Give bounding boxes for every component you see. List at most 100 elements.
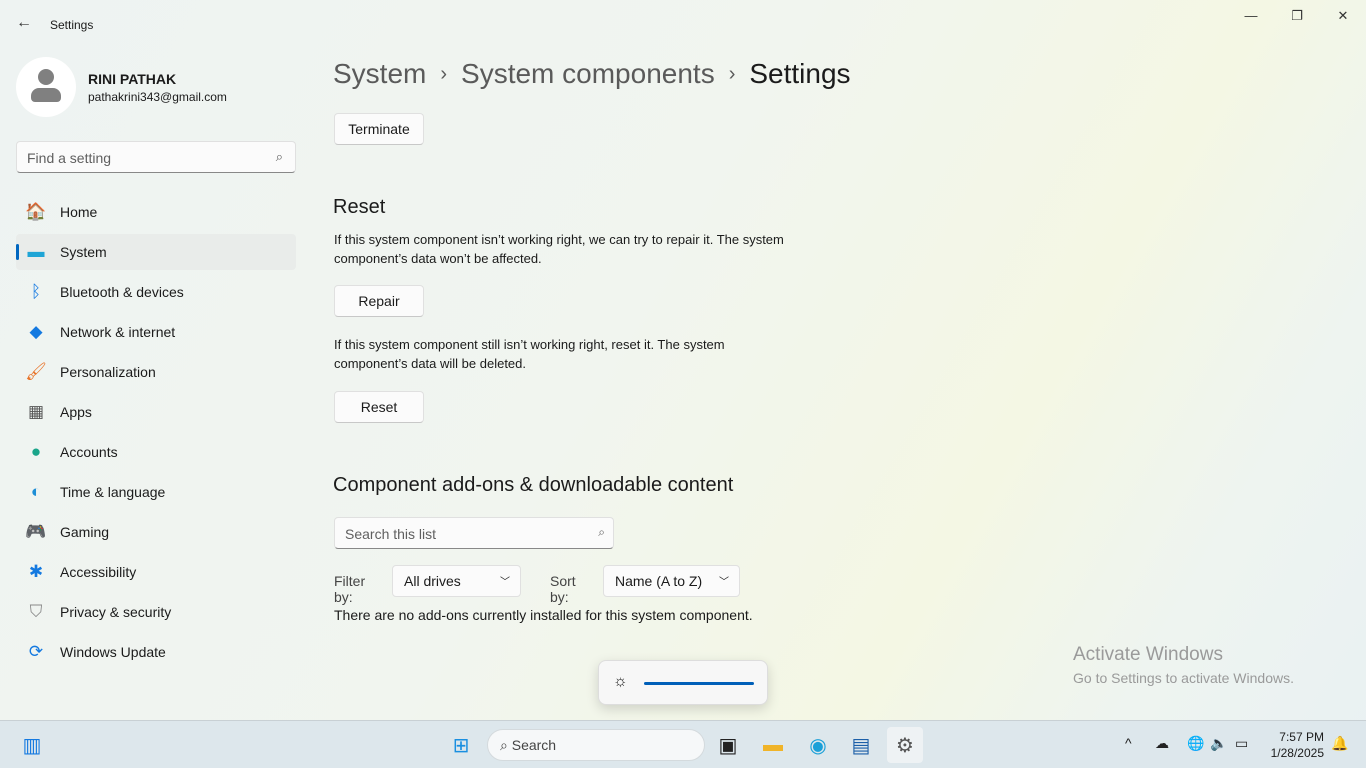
user-profile[interactable]: RINI PATHAK pathakrini343@gmail.com [16, 57, 227, 117]
sidebar-item-label: Home [60, 204, 98, 220]
sidebar-item-home[interactable]: 🏠 Home [16, 194, 296, 230]
sidebar-item-label: Windows Update [60, 644, 166, 660]
terminate-button[interactable]: Terminate [334, 113, 424, 145]
volume-icon[interactable]: 🔈 [1210, 735, 1227, 752]
file-explorer-icon[interactable]: ▬ [755, 727, 791, 763]
sidebar-item-label: Gaming [60, 524, 110, 540]
windows-update-icon: ⟳ [28, 642, 44, 661]
find-setting-input[interactable]: Find a setting ⌕ [16, 141, 296, 173]
search-icon: ⌕ [598, 525, 605, 539]
search-list-placeholder: Search this list [345, 526, 437, 542]
sidebar-item-gaming[interactable]: 🎮 Gaming [16, 514, 296, 550]
personalization-icon: 🖌 [25, 362, 47, 381]
brightness-icon: ☼ [613, 673, 628, 690]
sidebar-item-network-internet[interactable]: ◆ Network & internet [16, 314, 296, 350]
back-arrow-icon[interactable]: ← [16, 14, 32, 32]
sidebar-item-apps[interactable]: ▦ Apps [16, 394, 296, 430]
user-name: RINI PATHAK [88, 70, 177, 87]
taskbar-search-label: Search [511, 737, 557, 753]
page-title: Settings [749, 58, 851, 89]
brightness-flyout: ☼ [598, 660, 768, 705]
title-bar: ← Settings — ❐ ✕ [0, 0, 1366, 48]
chevron-down-icon: ﹀ [719, 577, 729, 588]
task-view-icon[interactable]: ▣ [710, 727, 746, 763]
repair-button[interactable]: Repair [334, 285, 424, 317]
sidebar-item-accounts[interactable]: ● Accounts [16, 434, 296, 470]
sidebar-item-label: Apps [60, 404, 92, 420]
notification-bell-icon[interactable]: 🔔 [1331, 735, 1348, 752]
filter-value: All drives [404, 573, 461, 589]
brightness-slider[interactable] [644, 682, 754, 685]
reset-heading: Reset [333, 196, 386, 218]
sort-label: Sort by: [550, 573, 576, 605]
no-addons-message: There are no add-ons currently installed… [334, 607, 753, 623]
reset-description: If this system component still isn’t wor… [334, 337, 725, 371]
chevron-down-icon: ﹀ [500, 577, 510, 588]
edge-icon[interactable]: ◉ [800, 727, 836, 763]
search-icon: ⌕ [500, 737, 512, 753]
apps-icon: ▦ [27, 402, 45, 421]
onedrive-icon[interactable]: ☁ [1155, 735, 1169, 752]
close-button[interactable]: ✕ [1328, 8, 1358, 28]
sort-value: Name (A to Z) [615, 573, 703, 589]
store-icon[interactable]: ▤ [843, 727, 879, 763]
clock[interactable]: 7:57 PM 1/28/2025 [1262, 729, 1324, 761]
time: 7:57 PM [1279, 730, 1324, 744]
network-globe-icon[interactable]: 🌐 [1187, 735, 1204, 752]
minimize-button[interactable]: — [1236, 8, 1266, 28]
breadcrumb-chevron-icon: › [440, 63, 448, 85]
filter-label: Filter by: [334, 573, 366, 605]
user-email: pathakrini343@gmail.com [88, 89, 227, 104]
sidebar-item-label: Personalization [60, 364, 156, 380]
search-list-input[interactable]: Search this list ⌕ [334, 517, 614, 549]
watermark-subtitle: Go to Settings to activate Windows. [1073, 670, 1294, 686]
addons-heading: Component add-ons & downloadable content [333, 474, 734, 496]
sidebar-item-accessibility[interactable]: ✱ Accessibility [16, 554, 296, 590]
gaming-icon: 🎮 [25, 522, 47, 541]
reset-button[interactable]: Reset [334, 391, 424, 423]
sidebar-item-label: System [60, 244, 107, 260]
sidebar-item-label: Bluetooth & devices [60, 284, 184, 300]
network-internet-icon: ◆ [29, 322, 43, 341]
sidebar-item-windows-update[interactable]: ⟳ Windows Update [16, 634, 296, 670]
filter-dropdown[interactable]: All drives ﹀ [392, 565, 521, 597]
breadcrumb-chevron-icon: › [728, 63, 736, 85]
maximize-button[interactable]: ❐ [1282, 8, 1312, 28]
sidebar-item-system[interactable]: ▬ System [16, 234, 296, 270]
accessibility-icon: ✱ [28, 562, 44, 581]
taskbar: ▥ ⊞ ⌕ Search ▣ ▬ ◉ ▤ ⚙ ^ ☁ 🌐 🔈 ▭ 7:57 PM… [0, 720, 1366, 768]
widgets-icon[interactable]: ▥ [14, 727, 50, 763]
app-title: Settings [50, 18, 94, 32]
sidebar-item-label: Network & internet [60, 324, 176, 340]
breadcrumb-system-components[interactable]: System components [461, 58, 715, 89]
watermark-title: Activate Windows [1073, 644, 1223, 665]
sidebar-item-personalization[interactable]: 🖌 Personalization [16, 354, 296, 390]
accounts-icon: ● [30, 442, 42, 461]
taskbar-search[interactable]: ⌕ Search [487, 729, 705, 761]
time-language-icon: ◐ [30, 482, 42, 501]
system-icon: ▬ [27, 242, 45, 261]
chevron-up-icon[interactable]: ^ [1125, 735, 1132, 751]
sidebar-item-time-language[interactable]: ◐ Time & language [16, 474, 296, 510]
battery-icon[interactable]: ▭ [1235, 735, 1248, 752]
sidebar-item-bluetooth-devices[interactable]: ᛒ Bluetooth & devices [16, 274, 296, 310]
bluetooth-devices-icon: ᛒ [30, 282, 42, 301]
sidebar-item-label: Privacy & security [60, 604, 172, 620]
avatar [16, 57, 76, 117]
date: 1/28/2025 [1270, 746, 1324, 760]
activate-windows-watermark: Activate Windows Go to Settings to activ… [1073, 644, 1294, 686]
breadcrumb-system[interactable]: System [333, 58, 426, 89]
search-icon: ⌕ [275, 149, 283, 164]
breadcrumb: System › System components › Settings [333, 58, 851, 90]
repair-description: If this system component isn’t working r… [334, 232, 784, 266]
sort-dropdown[interactable]: Name (A to Z) ﹀ [603, 565, 740, 597]
sidebar-item-label: Time & language [60, 484, 166, 500]
sidebar-nav: 🏠 Home ▬ System ᛒ Bluetooth & devices ◆ Network… [16, 194, 296, 674]
find-setting-placeholder: Find a setting [27, 150, 112, 166]
settings-app-icon[interactable]: ⚙ [887, 727, 923, 763]
start-windows-icon[interactable]: ⊞ [443, 727, 479, 763]
sidebar-item-privacy-security[interactable]: ⛉ Privacy & security [16, 594, 296, 630]
home-icon: 🏠 [25, 202, 47, 221]
sidebar-item-label: Accounts [60, 444, 118, 460]
privacy-security-icon: ⛉ [29, 602, 43, 621]
